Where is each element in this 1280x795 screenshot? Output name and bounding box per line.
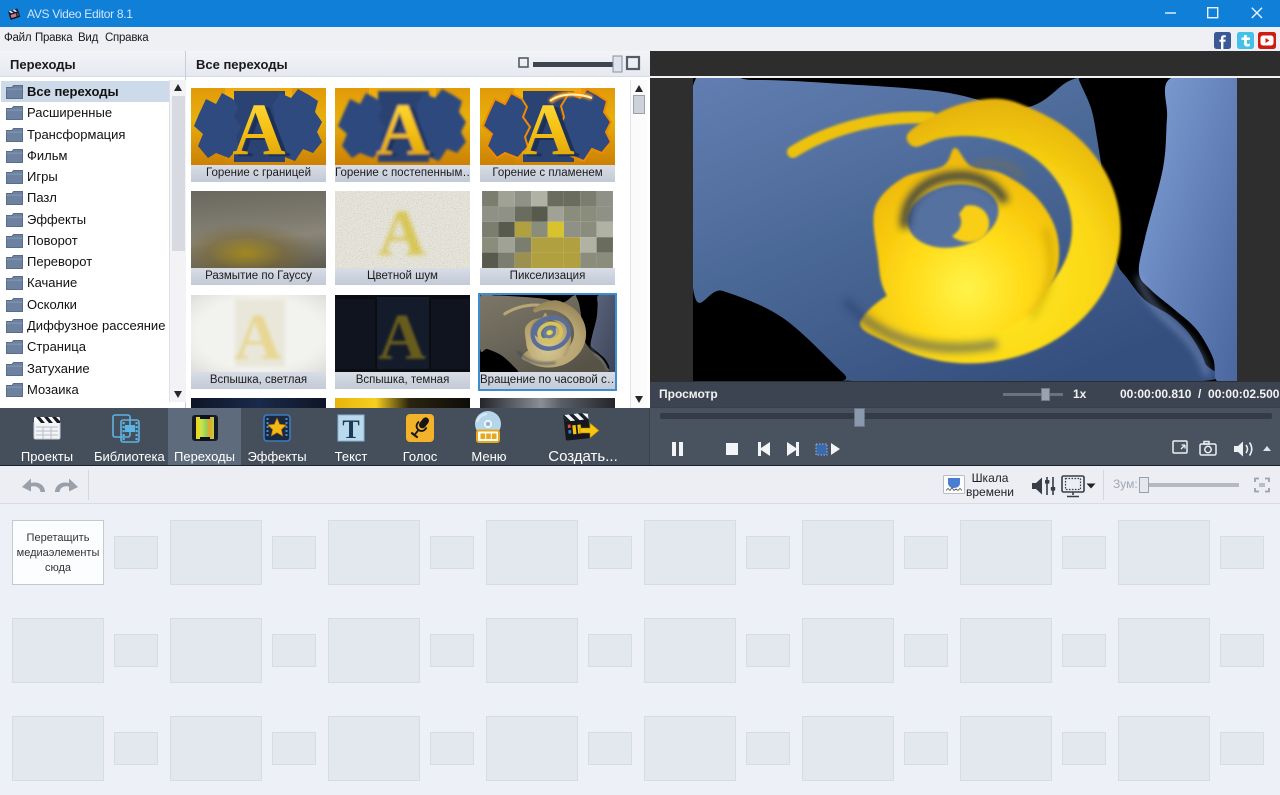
svg-text:A: A bbox=[232, 89, 285, 165]
svg-text:T: T bbox=[342, 415, 359, 444]
svg-text:A: A bbox=[376, 89, 429, 165]
svg-text:A: A bbox=[378, 301, 426, 372]
svg-text:A: A bbox=[521, 89, 574, 165]
